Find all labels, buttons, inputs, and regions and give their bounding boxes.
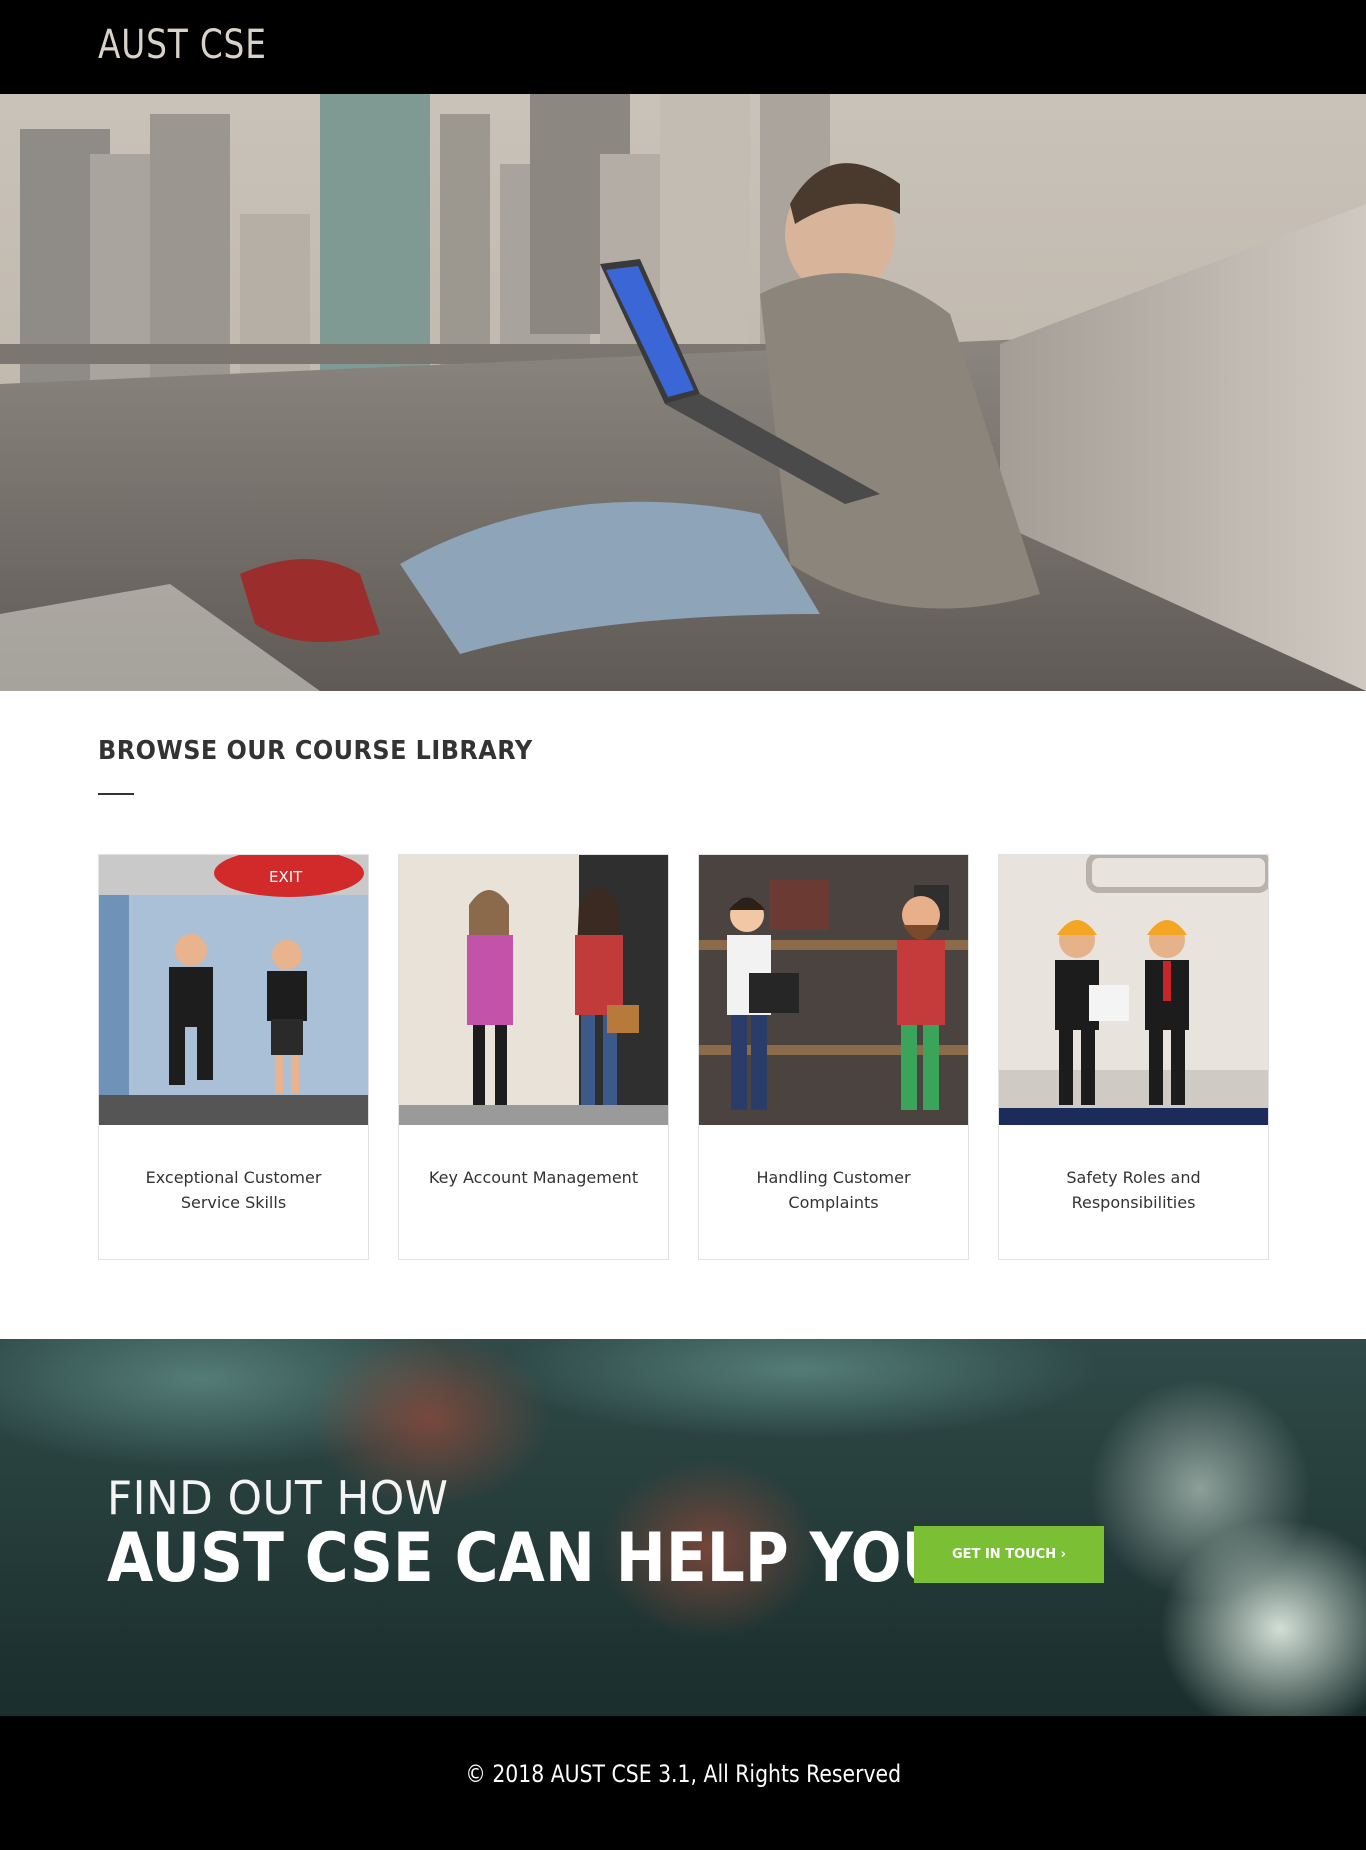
course-title[interactable]: Handling Customer Complaints — [715, 1165, 952, 1215]
brand-logo[interactable]: AUST CSE — [98, 22, 267, 68]
site-footer: © 2018 AUST CSE 3.1, All Rights Reserved — [0, 1716, 1366, 1850]
course-thumbnail[interactable] — [699, 855, 968, 1125]
course-card-customer-service[interactable]: EXIT Exceptional Customer Service Skills — [98, 854, 369, 1260]
cta-heading: AUST CSE CAN HELP YOU — [107, 1519, 951, 1598]
site-header: AUST CSE — [0, 0, 1366, 94]
course-card-key-account[interactable]: Key Account Management — [398, 854, 669, 1260]
illustration-two-women — [399, 855, 668, 1125]
get-in-touch-button[interactable]: GET IN TOUCH › — [914, 1526, 1104, 1583]
hero-image — [0, 94, 1366, 691]
course-title[interactable]: Exceptional Customer Service Skills — [115, 1165, 352, 1215]
course-title[interactable]: Key Account Management — [415, 1165, 652, 1190]
illustration-engineers — [999, 855, 1268, 1125]
course-thumbnail[interactable] — [399, 855, 668, 1125]
illustration-exit-scene: EXIT — [99, 855, 368, 1125]
copyright-text: © 2018 AUST CSE 3.1, All Rights Reserved — [465, 1760, 901, 1788]
exit-sign: EXIT — [269, 868, 303, 886]
hero-illustration — [0, 94, 1366, 691]
course-card-complaints[interactable]: Handling Customer Complaints — [698, 854, 969, 1260]
footer-copyright-row: © 2018 AUST CSE 3.1, All Rights Reserved — [0, 1760, 1366, 1788]
title-divider — [98, 793, 134, 795]
course-title[interactable]: Safety Roles and Responsibilities — [1015, 1165, 1252, 1215]
cta-banner: FIND OUT HOW AUST CSE CAN HELP YOU GET I… — [0, 1339, 1366, 1716]
illustration-bag-shop — [699, 855, 968, 1125]
course-thumbnail[interactable] — [999, 855, 1268, 1125]
course-card-safety[interactable]: Safety Roles and Responsibilities — [998, 854, 1269, 1260]
course-thumbnail[interactable]: EXIT — [99, 855, 368, 1125]
cta-subheading: FIND OUT HOW — [107, 1471, 449, 1525]
section-title: BROWSE OUR COURSE LIBRARY — [98, 736, 533, 766]
